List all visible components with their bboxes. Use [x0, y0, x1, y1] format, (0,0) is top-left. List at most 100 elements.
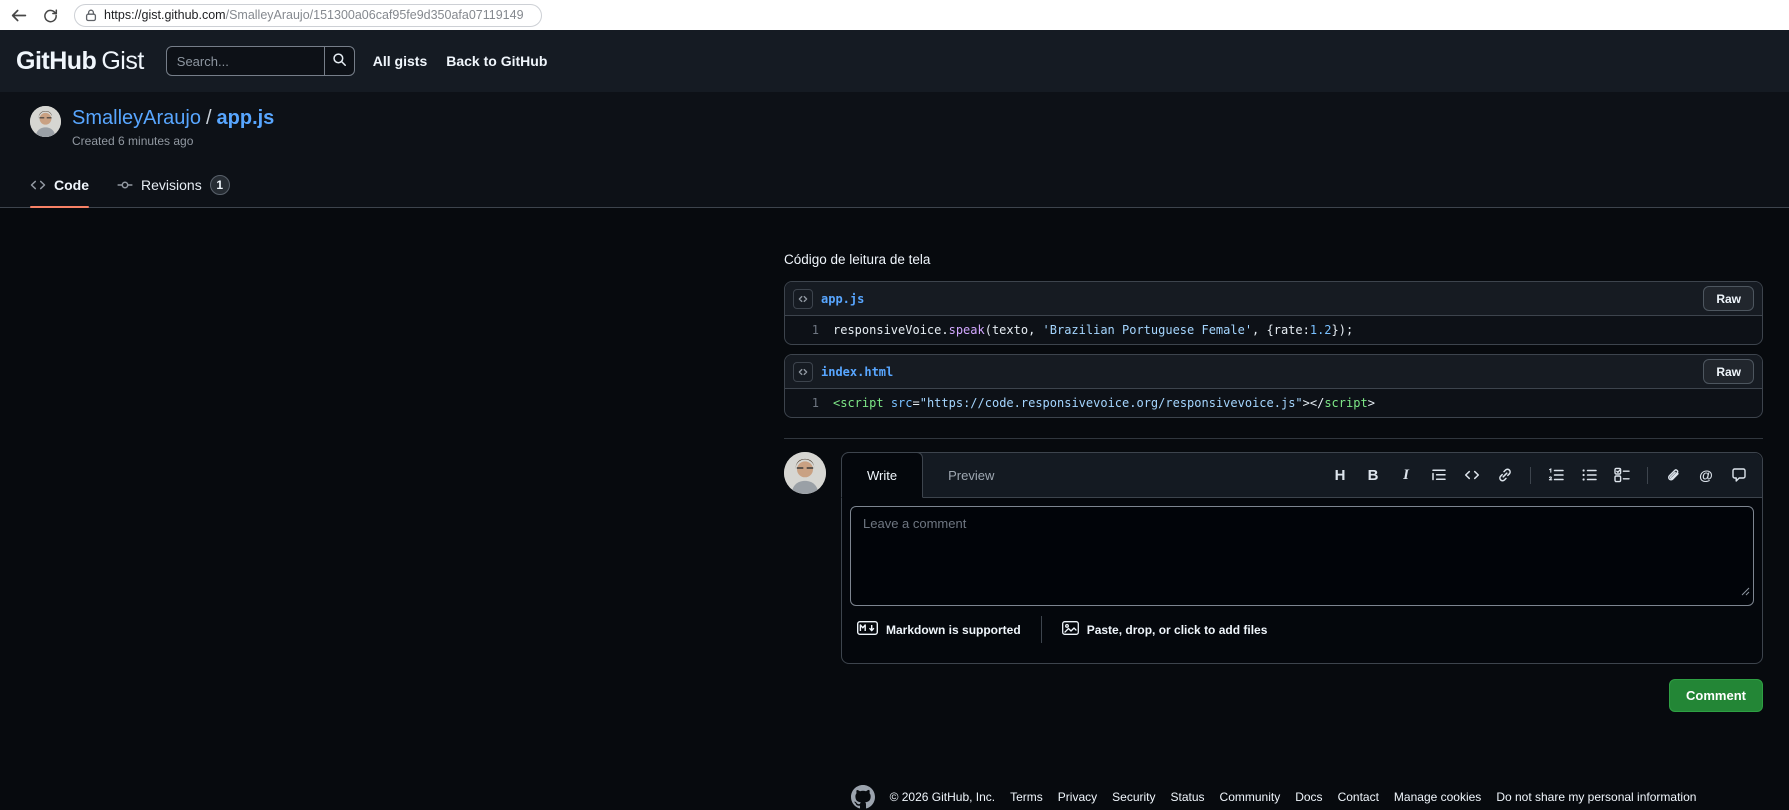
nav-back-to-github[interactable]: Back to GitHub [446, 53, 547, 69]
search-icon [332, 52, 347, 70]
code-icon[interactable] [1464, 467, 1480, 483]
created-timestamp: Created 6 minutes ago [72, 134, 194, 148]
footer-link-terms[interactable]: Terms [1010, 790, 1043, 804]
markdown-supported[interactable]: Markdown is supported [856, 620, 1021, 638]
raw-button[interactable]: Raw [1703, 359, 1754, 384]
file-code-icon [793, 361, 813, 382]
code-line: <script src="https://code.responsivevoic… [833, 396, 1375, 410]
task-list-icon[interactable] [1614, 467, 1630, 483]
italic-icon[interactable]: I [1398, 467, 1414, 483]
comment-footer: Markdown is supported Paste, drop, or cl… [850, 606, 1754, 655]
gist-title: SmalleyAraujo / app.js [72, 106, 274, 130]
refresh-icon[interactable] [43, 8, 58, 23]
main-area: Código de leitura de tela app.js Raw 1 r… [0, 208, 1789, 810]
file-header: app.js Raw [785, 282, 1762, 316]
toolbar-separator [1647, 466, 1648, 484]
code-icon [30, 177, 46, 193]
tab-revisions-label: Revisions [141, 177, 202, 193]
tab-code[interactable]: Code [30, 169, 89, 208]
address-bar[interactable]: https://gist.github.com/SmalleyAraujo/15… [74, 3, 542, 27]
footer-link-security[interactable]: Security [1112, 790, 1155, 804]
browser-chrome: https://gist.github.com/SmalleyAraujo/15… [0, 0, 1789, 30]
footer-link-contact[interactable]: Contact [1338, 790, 1379, 804]
file-code-icon [793, 288, 813, 309]
footer-link-docs[interactable]: Docs [1295, 790, 1322, 804]
author-link[interactable]: SmalleyAraujo [72, 107, 201, 129]
comment-box: Write Preview H B I @ Leave a comment Ma… [841, 452, 1763, 664]
comment-body: Markdown is supported Paste, drop, or cl… [842, 498, 1762, 663]
paperclip-icon[interactable] [1665, 467, 1681, 483]
footer-link-do-not-share[interactable]: Do not share my personal information [1496, 790, 1696, 804]
site-header: GitHubGist All gists Back to GitHub [0, 30, 1789, 92]
gist-tabs: Code Revisions 1 [0, 169, 1789, 208]
title-separator: / [205, 107, 212, 129]
back-icon[interactable] [10, 7, 27, 24]
markdown-toolbar: H B I @ [1332, 453, 1762, 497]
file-name[interactable]: app.js [821, 292, 864, 306]
github-gist-logo[interactable]: GitHub Gist [16, 47, 144, 76]
tab-revisions[interactable]: Revisions 1 [117, 169, 230, 207]
gist-title-block: SmalleyAraujo / app.js Created 6 minutes a… [72, 106, 274, 148]
url-domain: https://gist.github.com [104, 8, 226, 22]
numbered-list-icon[interactable] [1548, 467, 1564, 483]
saved-replies-icon[interactable] [1731, 467, 1747, 483]
paste-drop-files-label: Paste, drop, or click to add files [1086, 622, 1268, 637]
comment-button[interactable]: Comment [1669, 679, 1763, 712]
footer-link-community[interactable]: Community [1220, 790, 1281, 804]
search-input[interactable] [166, 47, 324, 75]
mention-icon[interactable]: @ [1698, 468, 1714, 482]
footer-link-manage-cookies[interactable]: Manage cookies [1394, 790, 1481, 804]
gist-filename-link[interactable]: app.js [217, 107, 275, 129]
revisions-count-badge: 1 [209, 175, 230, 195]
gist-header-section: SmalleyAraujo / app.js Created 6 minutes a… [0, 92, 1789, 208]
link-icon[interactable] [1497, 467, 1513, 483]
comment-textarea[interactable] [850, 506, 1754, 606]
bullet-list-icon[interactable] [1581, 467, 1597, 483]
tab-write[interactable]: Write [841, 452, 924, 498]
file-info[interactable]: index.html [793, 361, 893, 382]
section-divider [784, 438, 1763, 439]
paste-drop-files[interactable]: Paste, drop, or click to add files [1061, 621, 1268, 638]
url-path: /SmalleyAraujo/151300a06caf95fe9d350afa0… [225, 8, 524, 22]
file-block-appjs: app.js Raw 1 responsiveVoice.speak(texto… [784, 281, 1763, 345]
quote-icon[interactable] [1431, 467, 1447, 483]
raw-button[interactable]: Raw [1703, 286, 1754, 311]
image-icon [1061, 621, 1079, 638]
lock-icon [85, 9, 97, 22]
search-box [165, 46, 355, 76]
footer-link-status[interactable]: Status [1171, 790, 1205, 804]
submit-row: Comment [784, 679, 1763, 712]
file-header: index.html Raw [785, 355, 1762, 389]
code-row: 1 <script src="https://code.responsivevo… [785, 389, 1762, 417]
gist-description: Código de leitura de tela [784, 252, 931, 267]
nav-all-gists[interactable]: All gists [373, 53, 427, 69]
toolbar-separator [1530, 466, 1531, 484]
file-info[interactable]: app.js [793, 288, 864, 309]
github-mark-icon [850, 785, 875, 809]
heading-icon[interactable]: H [1332, 468, 1348, 483]
line-number[interactable]: 1 [785, 396, 833, 410]
code-line: responsiveVoice.speak(texto, 'Brazilian … [833, 323, 1354, 337]
code-row: 1 responsiveVoice.speak(texto, 'Brazilia… [785, 316, 1762, 344]
url-text: https://gist.github.com/SmalleyAraujo/15… [104, 8, 524, 22]
line-number[interactable]: 1 [785, 323, 833, 337]
bold-icon[interactable]: B [1365, 468, 1381, 483]
footer-separator [1040, 616, 1042, 643]
tab-preview[interactable]: Preview [923, 453, 1019, 497]
commenter-avatar[interactable] [784, 452, 826, 494]
copyright: © 2026 GitHub, Inc. [889, 790, 996, 804]
page-footer: © 2026 GitHub, Inc. Terms Privacy Securi… [784, 785, 1763, 810]
markdown-icon [856, 620, 879, 638]
file-name[interactable]: index.html [821, 365, 893, 379]
search-button[interactable] [323, 47, 354, 75]
footer-link-privacy[interactable]: Privacy [1058, 790, 1097, 804]
logo-github: GitHub [16, 46, 97, 75]
comment-tab-bar: Write Preview H B I @ [841, 452, 1762, 498]
commit-icon [117, 177, 133, 193]
header-nav: All gists Back to GitHub [373, 53, 548, 69]
markdown-supported-label: Markdown is supported [886, 622, 1021, 637]
logo-gist: Gist [101, 46, 144, 75]
author-avatar[interactable] [30, 106, 61, 137]
tab-code-label: Code [54, 177, 89, 193]
file-block-indexhtml: index.html Raw 1 <script src="https://co… [784, 354, 1763, 418]
